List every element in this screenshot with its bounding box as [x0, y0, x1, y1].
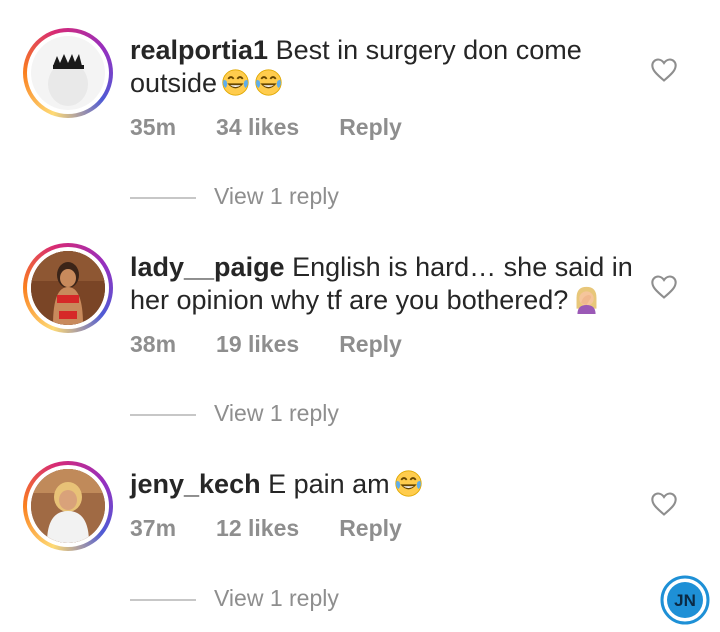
- heart-outline-icon[interactable]: [650, 56, 678, 84]
- reply-button[interactable]: Reply: [339, 515, 402, 542]
- svg-text:JN: JN: [674, 591, 696, 610]
- avatar[interactable]: [23, 461, 113, 551]
- view-replies-label: View 1 reply: [214, 183, 339, 209]
- comment-meta: 38m 19 likes Reply: [130, 331, 402, 358]
- jn-logo-watermark: JN: [660, 575, 710, 625]
- comment-likes[interactable]: 12 likes: [216, 515, 299, 542]
- comment-likes[interactable]: 19 likes: [216, 331, 299, 358]
- comment-meta: 35m 34 likes Reply: [130, 114, 402, 141]
- comment-meta: 37m 12 likes Reply: [130, 515, 402, 542]
- laughing-tears-emoji: [221, 68, 250, 97]
- avatar-image: [31, 36, 105, 110]
- view-replies-button[interactable]: View 1 reply: [130, 400, 339, 427]
- laughing-tears-emoji: [254, 68, 283, 97]
- reply-divider: [130, 598, 196, 601]
- comment-body: E pain am: [260, 469, 390, 499]
- avatar[interactable]: [23, 243, 113, 333]
- comment-time: 37m: [130, 515, 177, 541]
- comment-time: 38m: [130, 331, 177, 357]
- comment-username[interactable]: jeny_kech: [130, 469, 261, 499]
- avatar-image: [31, 251, 105, 325]
- reply-divider: [130, 413, 196, 416]
- comment-text: realportia1 Best in surgery don come out…: [130, 34, 640, 100]
- heart-outline-icon[interactable]: [650, 490, 678, 518]
- comment-username[interactable]: realportia1: [130, 35, 268, 65]
- view-replies-button[interactable]: View 1 reply: [130, 585, 339, 612]
- avatar-image: [31, 469, 105, 543]
- comment-time: 35m: [130, 114, 177, 140]
- laughing-tears-emoji: [394, 469, 423, 498]
- view-replies-label: View 1 reply: [214, 585, 339, 611]
- view-replies-button[interactable]: View 1 reply: [130, 183, 339, 210]
- view-replies-label: View 1 reply: [214, 400, 339, 426]
- avatar[interactable]: [23, 28, 113, 118]
- comment-username[interactable]: lady__paige: [130, 252, 285, 282]
- comment-text: jeny_kech E pain am: [130, 468, 640, 501]
- heart-outline-icon[interactable]: [650, 273, 678, 301]
- reply-divider: [130, 196, 196, 199]
- comment-likes[interactable]: 34 likes: [216, 114, 299, 141]
- reply-button[interactable]: Reply: [339, 331, 402, 358]
- reply-button[interactable]: Reply: [339, 114, 402, 141]
- comment-text: lady__paige English is hard… she said in…: [130, 251, 640, 317]
- woman-facepalming-emoji: [572, 285, 601, 314]
